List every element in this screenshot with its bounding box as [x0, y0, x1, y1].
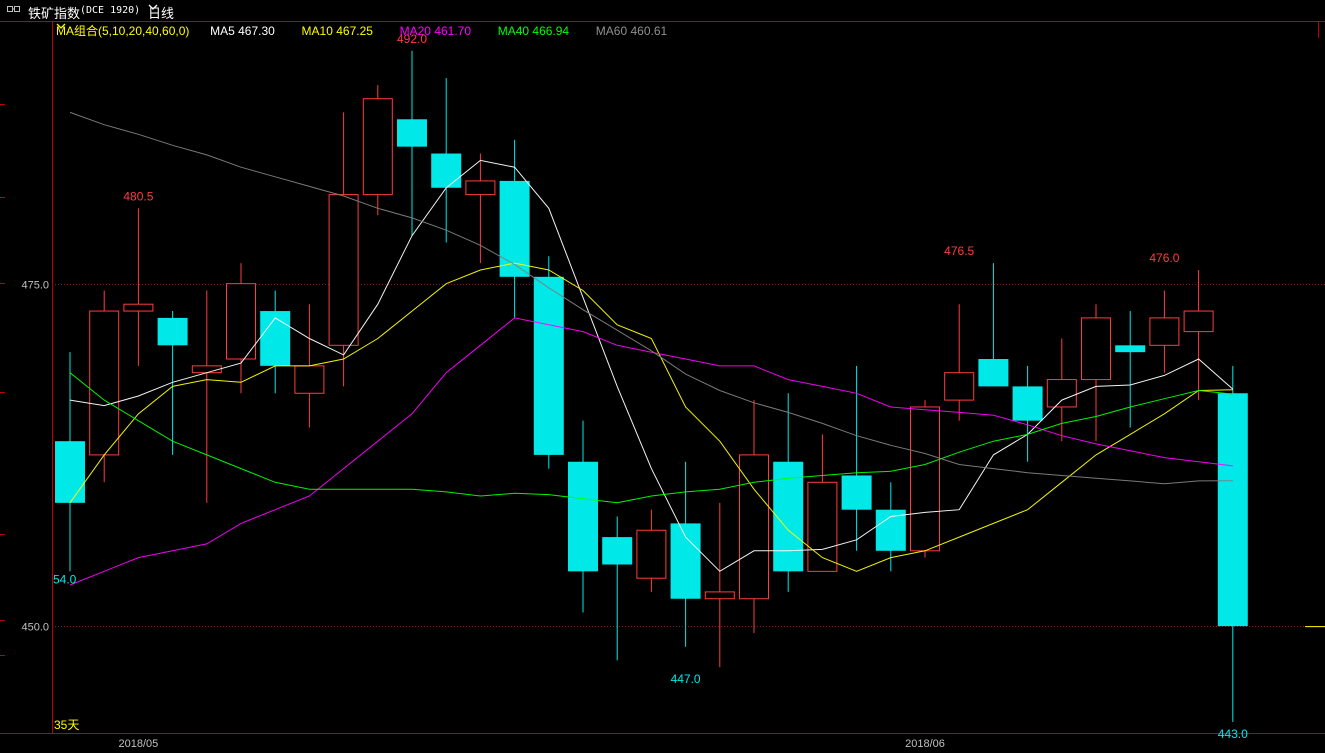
candle-body — [328, 194, 359, 346]
candle-body — [739, 454, 769, 600]
candle-body — [157, 317, 188, 346]
bars-count-label: 35天 — [54, 718, 80, 732]
candle — [431, 78, 462, 243]
candle — [1149, 290, 1180, 373]
candle — [362, 85, 393, 216]
y-tick-label: 475.0 — [21, 280, 49, 292]
price-annotation: 443.0 — [1218, 727, 1248, 741]
candle-body — [568, 461, 598, 572]
candle-body — [1115, 345, 1146, 353]
chart-window: { "toolbar": { "instrument": "铁矿指数", "co… — [0, 0, 1325, 753]
y-tick-label: 450.0 — [21, 622, 49, 634]
candle — [55, 352, 85, 572]
candle-body — [55, 441, 85, 503]
candle — [978, 263, 1009, 387]
candle-body — [226, 283, 256, 360]
candle — [910, 400, 940, 558]
candle-body — [123, 303, 154, 312]
candle-body — [978, 359, 1009, 387]
candle — [260, 290, 291, 394]
candle — [1183, 269, 1214, 401]
candle — [1012, 365, 1043, 462]
candle-body — [636, 529, 667, 579]
candle-body — [294, 365, 325, 394]
candle — [568, 420, 598, 613]
price-annotation: 476.0 — [1149, 251, 1179, 265]
candle — [1046, 338, 1077, 442]
candle-body — [1081, 317, 1111, 381]
candle-body — [1183, 310, 1214, 333]
candle-body — [1217, 393, 1248, 627]
candle-body — [1046, 379, 1077, 408]
candle — [397, 50, 427, 236]
candle-body — [191, 365, 222, 374]
candle — [636, 509, 667, 592]
x-tick-label: 2018/05 — [119, 738, 159, 750]
candle-body — [465, 180, 496, 196]
candle — [704, 502, 735, 668]
candle-body — [841, 475, 872, 510]
candle — [123, 208, 154, 366]
candle — [773, 393, 804, 592]
candle-body — [499, 180, 530, 277]
candle — [944, 304, 975, 421]
candle-body — [260, 311, 291, 366]
price-annotation: 447.0 — [671, 672, 701, 686]
price-annotation: 492.0 — [397, 32, 427, 46]
price-annotation: 54.0 — [53, 572, 77, 586]
candle-body — [670, 523, 701, 599]
candle — [1081, 304, 1111, 442]
candle — [670, 461, 701, 647]
candle — [89, 290, 120, 483]
candle-body — [1012, 386, 1043, 421]
price-annotation: 476.5 — [944, 244, 974, 258]
candle-body — [431, 153, 462, 188]
x-tick-label: 2018/06 — [905, 738, 945, 750]
candle — [157, 311, 188, 455]
candle-body — [89, 310, 120, 456]
candle — [1217, 365, 1248, 723]
candle — [465, 153, 496, 264]
candle-body — [1149, 317, 1180, 346]
candlestick-chart[interactable]: 450.0 475.0 2018/05 2018/06 480.5 492.0 447.0 4… — [0, 0, 1325, 753]
candle-body — [397, 119, 427, 147]
candle — [739, 400, 769, 633]
candle — [191, 290, 222, 503]
candle — [328, 112, 359, 387]
candle-body — [944, 372, 975, 401]
candle-body — [602, 537, 633, 565]
price-annotation: 480.5 — [123, 189, 153, 203]
candle — [226, 263, 256, 394]
candle — [807, 434, 838, 572]
candle-body — [704, 591, 735, 600]
candle-body — [533, 276, 564, 455]
candle-body — [362, 98, 393, 196]
candle — [602, 516, 633, 661]
candle-body — [875, 509, 906, 551]
ma-line-ma5 — [69, 159, 1234, 572]
candle — [499, 139, 530, 318]
candle-body — [910, 406, 940, 552]
